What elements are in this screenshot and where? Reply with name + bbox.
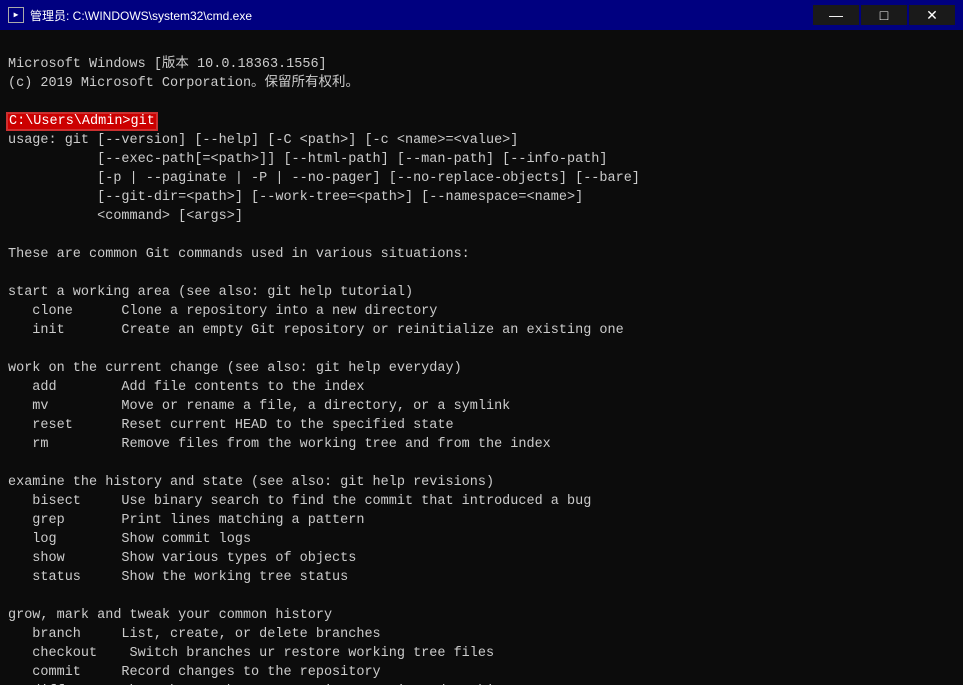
maximize-button[interactable]: □ (861, 5, 907, 25)
cmd-show: show Show various types of objects (8, 551, 356, 566)
cmd-rm: rm Remove files from the working tree an… (8, 437, 551, 452)
titlebar-title: 管理员: C:\WINDOWS\system32\cmd.exe (30, 7, 252, 24)
cmd-branch: branch List, create, or delete branches (8, 627, 381, 642)
cmd-grep: grep Print lines matching a pattern (8, 513, 364, 528)
usage-line3: [-p | --paginate | -P | --no-pager] [--n… (8, 171, 640, 186)
cmd-icon (8, 7, 24, 23)
cmd-clone: clone Clone a repository into a new dire… (8, 304, 437, 319)
cmd-commit: commit Record changes to the repository (8, 665, 381, 680)
usage-line5: <command> [<args>] (8, 209, 243, 224)
console-output: Microsoft Windows [版本 10.0.18363.1556] (… (0, 30, 963, 685)
cmd-bisect: bisect Use binary search to find the com… (8, 494, 591, 509)
close-button[interactable]: ✕ (909, 5, 955, 25)
section3-header: examine the history and state (see also:… (8, 475, 494, 490)
section1-header: start a working area (see also: git help… (8, 285, 413, 300)
header-line2: (c) 2019 Microsoft Corporation。保留所有权利。 (8, 76, 359, 91)
header-line1: Microsoft Windows [版本 10.0.18363.1556] (8, 57, 327, 72)
usage-line1: usage: git [--version] [--help] [-C <pat… (8, 133, 518, 148)
cmd-mv: mv Move or rename a file, a directory, o… (8, 399, 510, 414)
prompt-input-highlight: C:\Users\Admin>git (8, 114, 156, 129)
cmd-reset: reset Reset current HEAD to the specifie… (8, 418, 454, 433)
minimize-button[interactable]: — (813, 5, 859, 25)
cmd-checkout: checkout Switch branches ur restore work… (8, 646, 494, 661)
titlebar: 管理员: C:\WINDOWS\system32\cmd.exe — □ ✕ (0, 0, 963, 30)
section4-header: grow, mark and tweak your common history (8, 608, 332, 623)
usage-line2: [--exec-path[=<path>]] [--html-path] [--… (8, 152, 608, 167)
section2-header: work on the current change (see also: gi… (8, 361, 462, 376)
prompt-line: C:\Users\Admin>git (8, 114, 156, 129)
common-intro: These are common Git commands used in va… (8, 247, 470, 262)
cmd-log: log Show commit logs (8, 532, 251, 547)
cmd-init: init Create an empty Git repository or r… (8, 323, 624, 338)
cmd-window: 管理员: C:\WINDOWS\system32\cmd.exe — □ ✕ M… (0, 0, 963, 685)
cmd-add: add Add file contents to the index (8, 380, 364, 395)
cmd-status: status Show the working tree status (8, 570, 348, 585)
titlebar-controls: — □ ✕ (813, 5, 955, 25)
titlebar-left: 管理员: C:\WINDOWS\system32\cmd.exe (8, 7, 252, 24)
usage-line4: [--git-dir=<path>] [--work-tree=<path>] … (8, 190, 583, 205)
